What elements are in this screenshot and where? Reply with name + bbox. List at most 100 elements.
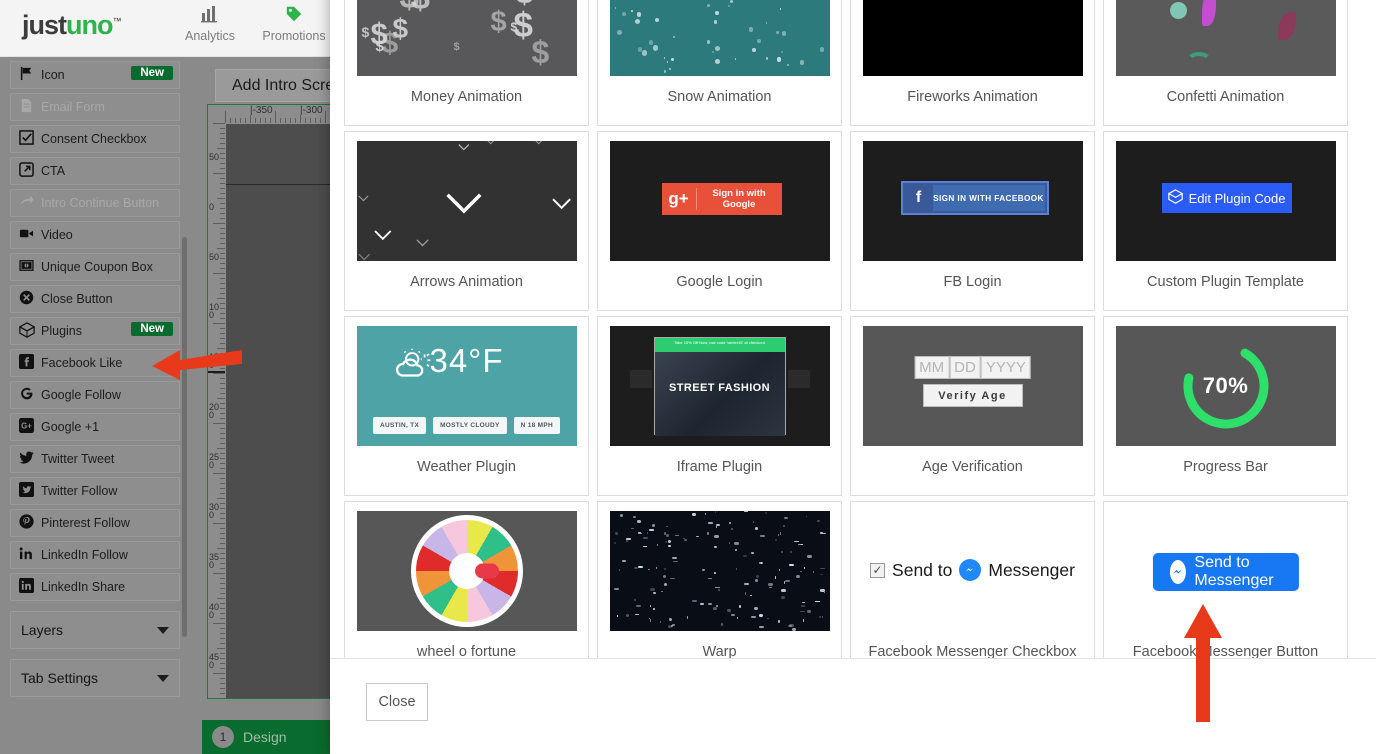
ruler-tick [290, 118, 291, 123]
ruler-tick [220, 428, 225, 429]
plugin-card-progress-bar[interactable]: 70%Progress Bar [1103, 316, 1348, 496]
logo-text-just: just [22, 10, 66, 40]
left-panel-scrollbar[interactable] [182, 237, 187, 637]
ruler-tick [315, 118, 316, 123]
ruler-tick [235, 118, 236, 123]
sidebar-item-facebook-like[interactable]: Facebook Like [10, 349, 180, 377]
ruler-label-v: 200 [209, 403, 221, 419]
ruler-tick [220, 268, 225, 269]
plugin-card-title: Snow Animation [668, 89, 772, 105]
plugin-card-age-verification[interactable]: MM DD YYYY Verify AgeAge Verification [850, 316, 1095, 496]
sidebar-item-intro-continue-button: Intro Continue Button [10, 189, 180, 217]
sidebar-item-label: Consent Checkbox [41, 132, 147, 146]
ruler-label-v: 350 [209, 553, 221, 569]
ruler-tick [220, 383, 225, 384]
logo-text-uno: uno [66, 10, 112, 40]
plugin-card-weather-plugin[interactable]: 34°F AUSTIN, TX MOSTLY CLOUDY N 18 MPH W… [344, 316, 589, 496]
facebook-signin-label: SIGN IN WITH FACEBOOK [933, 185, 1045, 211]
ruler-tick [245, 118, 246, 123]
verify-age-button: Verify Age [923, 384, 1023, 407]
plugin-card-fb-messenger-checkbox[interactable]: ✓ Send to Messenger Facebook Messenger C… [850, 501, 1095, 658]
sidebar-item-label: Twitter Tweet [41, 452, 114, 466]
ruler-tick [220, 128, 225, 129]
plugin-card-warp[interactable]: Warp [597, 501, 842, 658]
design-step-number: 1 [212, 726, 234, 748]
plugin-card-iframe-plugin[interactable]: Take 15% Off Now, use code 'winter15' at… [597, 316, 842, 496]
ruler-position-marker [208, 371, 225, 373]
sidebar-section-layers[interactable]: Layers [10, 611, 180, 649]
ruler-tick [217, 648, 225, 649]
ruler-tick [265, 118, 266, 123]
close-button[interactable]: Close [366, 683, 428, 721]
plugin-card-custom-plugin-template[interactable]: Edit Plugin Code Custom Plugin Template [1103, 131, 1348, 311]
plugin-card-title: Google Login [676, 274, 762, 290]
ruler-tick [220, 578, 225, 579]
design-step-label: Design [243, 729, 287, 745]
sidebar-item-plugins[interactable]: PluginsNew [10, 317, 180, 345]
thumbnail-confetti-animation [1116, 0, 1336, 76]
google-signin-label: Sign in with Google [696, 188, 782, 210]
plugin-card-confetti-animation[interactable]: Confetti Animation [1103, 0, 1348, 126]
ruler-tick [217, 248, 225, 249]
plugin-card-fb-messenger-button[interactable]: Send to Messenger Facebook Messenger But… [1103, 501, 1348, 658]
plugin-card-title: Money Animation [411, 89, 522, 105]
sidebar-item-label: Pinterest Follow [41, 516, 130, 530]
ruler-tick [220, 628, 225, 629]
chevron-down-icon [157, 675, 169, 682]
plugin-card-snow-animation[interactable]: Snow Animation [597, 0, 842, 126]
sidebar-item-label: Icon [41, 68, 65, 82]
plugin-card-wheel-o-fortune[interactable]: wheel o fortune [344, 501, 589, 658]
sidebar-item-icon[interactable]: IconNew [10, 61, 180, 89]
plugin-card-arrows-animation[interactable]: ⌵⌵⌵⌵⌵⌵⌵⌵⌵Arrows Animation [344, 131, 589, 311]
iframe-promo-bar: Take 15% Off Now, use code 'winter15' at… [655, 338, 785, 352]
ruler-tick [213, 523, 225, 524]
plugin-card-title: Facebook Messenger Checkbox [869, 644, 1077, 658]
ruler-tick [220, 333, 225, 334]
sidebar-item-label: LinkedIn Share [41, 580, 125, 594]
ruler-tick [220, 133, 225, 134]
plugin-card-fireworks-animation[interactable]: Fireworks Animation [850, 0, 1095, 126]
ruler-label-v: 400 [209, 603, 221, 619]
sidebar-item-close-button[interactable]: Close Button [10, 285, 180, 313]
ruler-tick [213, 623, 225, 624]
ruler-label-v: 250 [209, 453, 221, 469]
document-icon [19, 98, 41, 116]
ruler-tick [213, 473, 225, 474]
ruler-tick [230, 118, 231, 123]
plugin-card-title: Iframe Plugin [677, 459, 762, 475]
ruler-tick [220, 588, 225, 589]
sidebar-item-linkedin-follow[interactable]: LinkedIn Follow [10, 541, 180, 569]
ruler-tick [255, 118, 256, 123]
ruler-label-h: |-300 [300, 105, 323, 116]
ruler-tick [217, 548, 225, 549]
ruler-tick [220, 288, 225, 289]
ruler-tick [213, 173, 225, 174]
justuno-logo[interactable]: justuno™ [22, 10, 121, 41]
messenger-icon [959, 559, 981, 581]
plugin-card-grid: $$$$$$$$$$$$$$$$Money Animation Snow Anim… [340, 0, 1366, 658]
sidebar-item-video[interactable]: Video [10, 221, 180, 249]
sidebar-item-twitter-tweet[interactable]: Twitter Tweet [10, 445, 180, 473]
ruler-tick [220, 393, 225, 394]
sidebar-section-tab-settings[interactable]: Tab Settings [10, 659, 180, 697]
sidebar-item-unique-coupon-box[interactable]: Unique Coupon Box [10, 253, 180, 281]
plugin-card-money-animation[interactable]: $$$$$$$$$$$$$$$$Money Animation [344, 0, 589, 126]
ruler-tick [325, 111, 326, 123]
ruler-tick [220, 283, 225, 284]
plugin-card-google-login[interactable]: g+ Sign in with Google Google Login [597, 131, 842, 311]
sidebar-item-linkedin-share[interactable]: LinkedIn Share [10, 573, 180, 601]
plugin-card-fb-login[interactable]: f SIGN IN WITH FACEBOOK FB Login [850, 131, 1095, 311]
sidebar-item-consent-checkbox[interactable]: Consent Checkbox [10, 125, 180, 153]
sidebar-item-google-follow[interactable]: Google Follow [10, 381, 180, 409]
sidebar-item-twitter-follow[interactable]: Twitter Follow [10, 477, 180, 505]
sidebar-item-google-1[interactable]: G+Google +1 [10, 413, 180, 441]
sidebar-item-cta[interactable]: CTA [10, 157, 180, 185]
sidebar-item-pinterest-follow[interactable]: Pinterest Follow [10, 509, 180, 537]
thumbnail-iframe-plugin: Take 15% Off Now, use code 'winter15' at… [610, 326, 830, 446]
flag-icon [19, 66, 41, 84]
chevron-down-icon [157, 627, 169, 634]
ruler-label-v: 0 [209, 203, 221, 211]
ruler-label-v: 150 [209, 353, 221, 369]
sidebar-item-label: Plugins [41, 324, 82, 338]
plugin-card-title: Confetti Animation [1167, 89, 1285, 105]
